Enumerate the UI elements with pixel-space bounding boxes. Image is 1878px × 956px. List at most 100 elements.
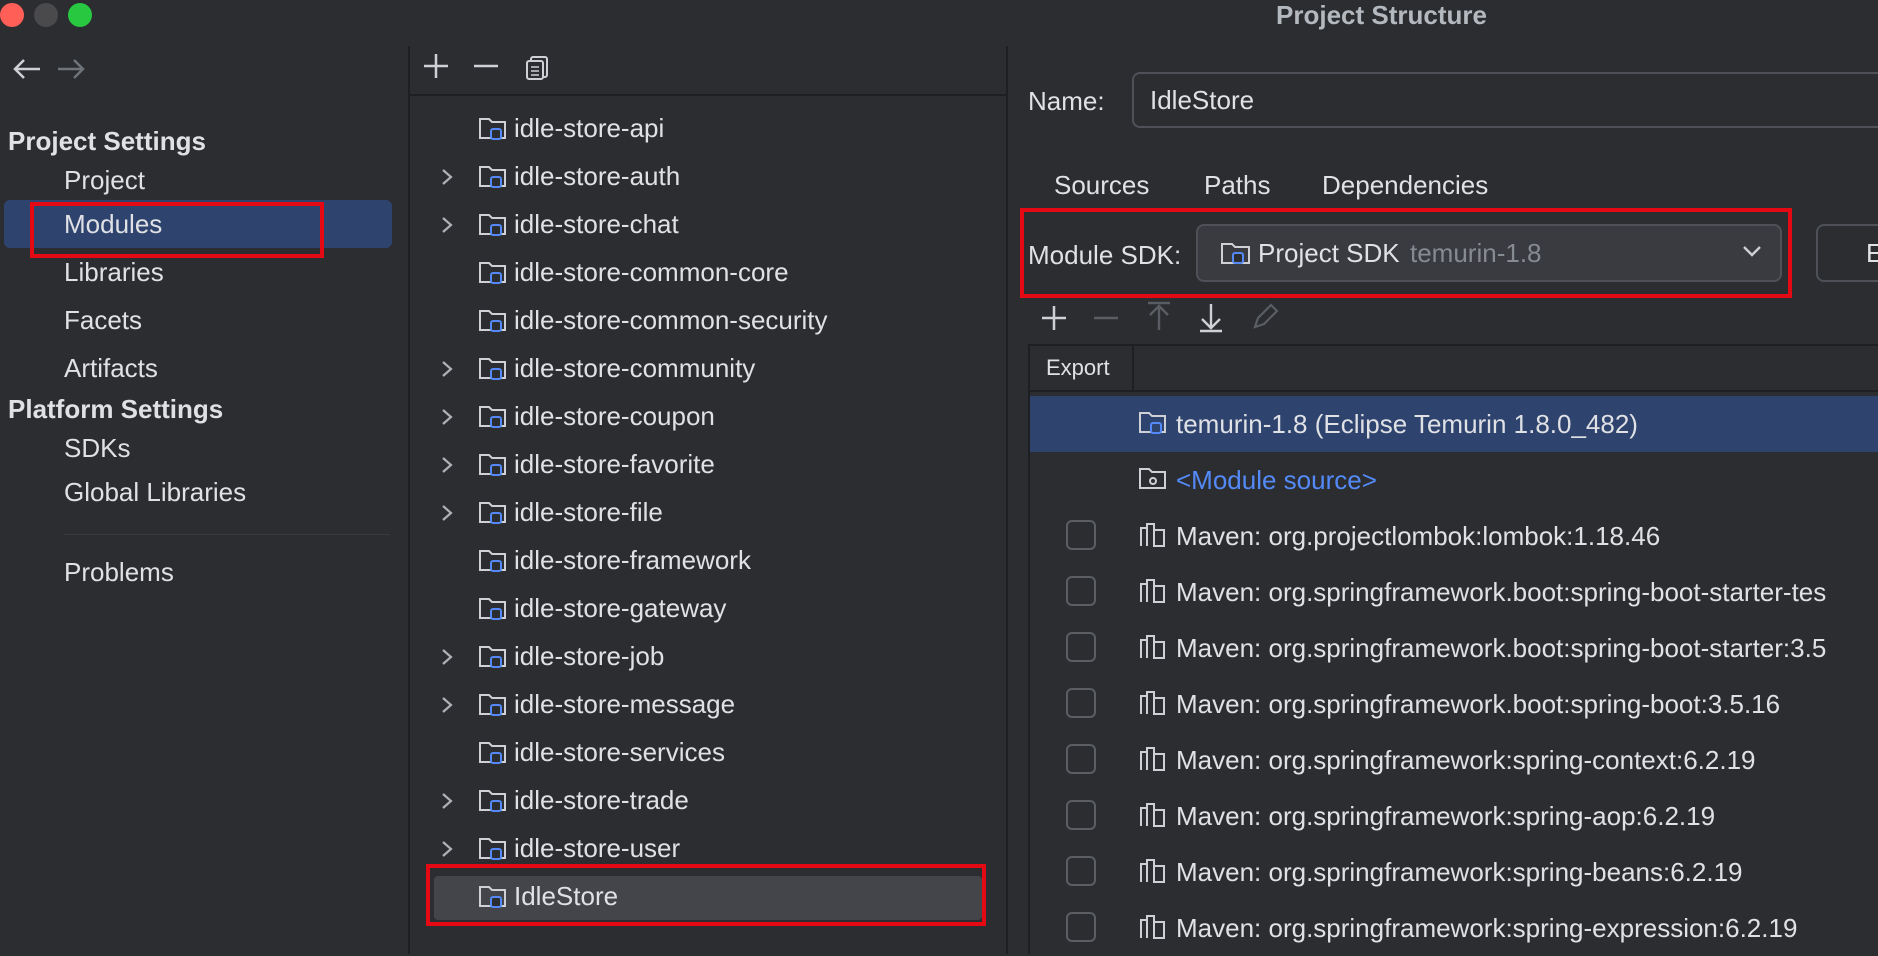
chevron-right-icon[interactable] <box>440 200 454 248</box>
maximize-window-button[interactable] <box>68 3 92 27</box>
module-folder-icon <box>478 596 506 620</box>
sidebar-item-project[interactable]: Project <box>64 158 145 202</box>
export-checkbox[interactable] <box>1066 856 1096 886</box>
tree-item-idle-store-framework[interactable]: idle-store-framework <box>410 536 1006 584</box>
dependency-row[interactable]: Maven: org.springframework:spring-expres… <box>1030 900 1878 956</box>
tree-item-label: idle-store-favorite <box>514 449 715 479</box>
tree-item-idle-store-file[interactable]: idle-store-file <box>410 488 1006 536</box>
sidebar-item-problems[interactable]: Problems <box>64 550 174 594</box>
library-icon <box>1138 634 1168 662</box>
export-checkbox[interactable] <box>1066 520 1096 550</box>
sidebar-item-facets[interactable]: Facets <box>64 298 142 342</box>
export-checkbox[interactable] <box>1066 688 1096 718</box>
export-checkbox[interactable] <box>1066 800 1096 830</box>
chevron-right-icon[interactable] <box>440 152 454 200</box>
tree-item-label: idle-store-api <box>514 113 665 143</box>
sidebar-item-sdks[interactable]: SDKs <box>64 426 130 470</box>
back-arrow-icon[interactable] <box>12 56 42 88</box>
tree-toolbar-divider <box>410 94 1006 96</box>
library-icon <box>1138 802 1168 830</box>
sidebar-item-artifacts[interactable]: Artifacts <box>64 346 158 390</box>
name-label: Name: <box>1028 86 1105 116</box>
module-folder-icon <box>478 116 506 140</box>
tree-item-label: idle-store-community <box>514 353 756 383</box>
remove-module-icon[interactable] <box>470 50 502 87</box>
module-name-input[interactable]: IdleStore <box>1132 72 1878 128</box>
chevron-right-icon[interactable] <box>440 392 454 440</box>
export-checkbox[interactable] <box>1066 576 1096 606</box>
module-folder-icon <box>478 692 506 716</box>
tree-item-label: idle-store-coupon <box>514 401 715 431</box>
chevron-right-icon[interactable] <box>440 680 454 728</box>
tree-item-label: idle-store-framework <box>514 545 751 575</box>
tree-item-label: idle-store-common-security <box>514 305 828 335</box>
sdk-folder-icon <box>1138 410 1168 438</box>
tree-item-idle-store-services[interactable]: idle-store-services <box>410 728 1006 776</box>
sidebar-item-global-libraries[interactable]: Global Libraries <box>64 470 246 514</box>
chevron-right-icon[interactable] <box>440 776 454 824</box>
dependency-row[interactable]: temurin-1.8 (Eclipse Temurin 1.8.0_482) <box>1030 396 1878 452</box>
chevron-right-icon[interactable] <box>440 440 454 488</box>
tree-splitter[interactable] <box>1006 46 1008 954</box>
chevron-right-icon[interactable] <box>440 632 454 680</box>
dependency-label: Maven: org.springframework:spring-aop:6.… <box>1176 801 1716 831</box>
tab-sources[interactable]: Sources <box>1054 170 1149 201</box>
tree-item-idle-store-chat[interactable]: idle-store-chat <box>410 200 1006 248</box>
tree-item-idle-store-api[interactable]: idle-store-api <box>410 104 1006 152</box>
tree-item-label: idle-store-trade <box>514 785 689 815</box>
module-folder-icon <box>478 404 506 428</box>
dependencies-table-header: Export <box>1030 344 1878 392</box>
dependency-row[interactable]: Maven: org.springframework.boot:spring-b… <box>1030 564 1878 620</box>
tree-item-idle-store-gateway[interactable]: idle-store-gateway <box>410 584 1006 632</box>
dependency-label: temurin-1.8 (Eclipse Temurin 1.8.0_482) <box>1176 409 1638 439</box>
export-checkbox[interactable] <box>1066 912 1096 942</box>
dependency-row[interactable]: Maven: org.springframework.boot:spring-b… <box>1030 620 1878 676</box>
tree-item-idle-store-community[interactable]: idle-store-community <box>410 344 1006 392</box>
project-settings-header: Project Settings <box>8 126 206 156</box>
export-checkbox[interactable] <box>1066 632 1096 662</box>
tree-item-idle-store-trade[interactable]: idle-store-trade <box>410 776 1006 824</box>
forward-arrow-icon[interactable] <box>56 56 86 88</box>
tree-item-idle-store-coupon[interactable]: idle-store-coupon <box>410 392 1006 440</box>
chevron-right-icon[interactable] <box>440 344 454 392</box>
tab-paths[interactable]: Paths <box>1204 170 1271 201</box>
remove-dependency-icon[interactable] <box>1090 302 1122 339</box>
dependency-row[interactable]: <Module source> <box>1030 452 1878 508</box>
library-icon <box>1138 690 1168 718</box>
module-folder-icon <box>478 356 506 380</box>
copy-module-icon[interactable] <box>524 54 552 87</box>
module-folder-icon <box>478 500 506 524</box>
move-down-icon[interactable] <box>1196 300 1226 339</box>
add-dependency-icon[interactable] <box>1038 302 1070 339</box>
library-icon <box>1138 746 1168 774</box>
tree-item-idle-store-auth[interactable]: idle-store-auth <box>410 152 1006 200</box>
dependency-row[interactable]: Maven: org.springframework.boot:spring-b… <box>1030 676 1878 732</box>
move-up-icon[interactable] <box>1144 300 1174 339</box>
minimize-window-button[interactable] <box>34 3 58 27</box>
library-icon <box>1138 522 1168 550</box>
dependency-row[interactable]: Maven: org.springframework:spring-beans:… <box>1030 844 1878 900</box>
export-checkbox[interactable] <box>1066 744 1096 774</box>
close-window-button[interactable] <box>0 3 24 27</box>
tab-dependencies[interactable]: Dependencies <box>1322 170 1488 201</box>
sidebar-item-libraries[interactable]: Libraries <box>64 250 164 294</box>
sidebar-divider <box>64 534 390 535</box>
sdk-edit-button[interactable]: E <box>1816 224 1878 282</box>
dependency-row[interactable]: Maven: org.springframework:spring-contex… <box>1030 732 1878 788</box>
edit-pencil-icon[interactable] <box>1250 302 1280 337</box>
tree-item-label: idle-store-file <box>514 497 663 527</box>
tree-item-idle-store-common-security[interactable]: idle-store-common-security <box>410 296 1006 344</box>
export-column-header: Export <box>1046 355 1110 380</box>
tree-item-idle-store-message[interactable]: idle-store-message <box>410 680 1006 728</box>
tree-item-idle-store-job[interactable]: idle-store-job <box>410 632 1006 680</box>
tree-item-idle-store-favorite[interactable]: idle-store-favorite <box>410 440 1006 488</box>
tree-item-idle-store-common-core[interactable]: idle-store-common-core <box>410 248 1006 296</box>
dependency-label: Maven: org.springframework.boot:spring-b… <box>1176 577 1827 607</box>
tree-item-label: idle-store-job <box>514 641 665 671</box>
chevron-right-icon[interactable] <box>440 488 454 536</box>
add-module-icon[interactable] <box>420 50 452 87</box>
module-source-link[interactable]: <Module source> <box>1176 452 1377 508</box>
module-folder-icon <box>478 740 506 764</box>
dependency-row[interactable]: Maven: org.projectlombok:lombok:1.18.46 <box>1030 508 1878 564</box>
dependency-row[interactable]: Maven: org.springframework:spring-aop:6.… <box>1030 788 1878 844</box>
